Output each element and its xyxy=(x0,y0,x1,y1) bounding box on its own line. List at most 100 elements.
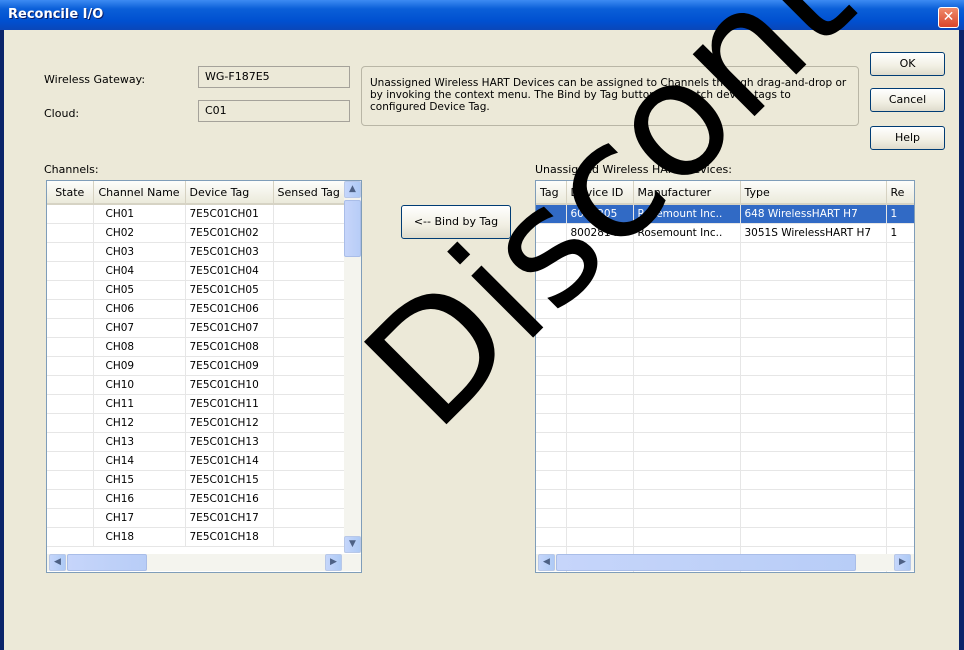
column-header-manufacturer[interactable]: Manufacturer xyxy=(633,181,741,205)
channels-horizontal-scrollbar[interactable]: ◀ ▶ xyxy=(47,554,361,571)
sensed-tag-cell xyxy=(273,318,356,338)
empty-cell xyxy=(566,242,634,262)
column-header-re[interactable]: Re xyxy=(886,181,914,205)
empty-cell xyxy=(633,432,741,452)
scroll-right-icon[interactable]: ▶ xyxy=(894,554,911,571)
channel-state-cell xyxy=(47,204,94,224)
manufacturer-cell: Rosemount Inc.. xyxy=(633,204,741,224)
empty-row xyxy=(536,413,914,433)
empty-cell xyxy=(886,318,914,338)
sensed-tag-cell xyxy=(273,204,356,224)
bind-by-tag-button[interactable]: <-- Bind by Tag xyxy=(401,205,511,239)
sensed-tag-cell xyxy=(273,261,356,281)
empty-cell xyxy=(566,337,634,357)
scroll-thumb[interactable] xyxy=(67,554,147,571)
channel-name-cell: CH18 xyxy=(93,527,186,547)
table-row[interactable]: CH08 7E5C01CH08 xyxy=(47,337,361,357)
empty-cell xyxy=(633,318,741,338)
empty-row xyxy=(536,337,914,357)
empty-cell xyxy=(886,337,914,357)
table-row[interactable]: CH15 7E5C01CH15 xyxy=(47,470,361,490)
table-row[interactable]: CH05 7E5C01CH05 xyxy=(47,280,361,300)
empty-cell xyxy=(566,527,634,547)
column-header-channel-name[interactable]: Channel Name xyxy=(93,181,186,205)
scroll-left-icon[interactable]: ◀ xyxy=(538,554,555,571)
empty-cell xyxy=(633,356,741,376)
column-header-type[interactable]: Type xyxy=(740,181,887,205)
channels-vertical-scrollbar[interactable]: ▲ ▼ xyxy=(344,181,361,553)
device-tag-cell: 7E5C01CH09 xyxy=(185,356,274,376)
title-bar[interactable]: Reconcile I/O ✕ xyxy=(0,0,964,30)
table-row[interactable]: CH12 7E5C01CH12 xyxy=(47,413,361,433)
empty-cell xyxy=(566,432,634,452)
column-header-sensed-tag[interactable]: Sensed Tag xyxy=(273,181,356,205)
table-row[interactable]: CH16 7E5C01CH16 xyxy=(47,489,361,509)
scroll-left-icon[interactable]: ◀ xyxy=(49,554,66,571)
devices-grid[interactable]: Tag Device ID Manufacturer Type Re 60002… xyxy=(535,180,915,573)
column-header-device-id[interactable]: Device ID xyxy=(566,181,634,205)
device-tag-cell: 7E5C01CH07 xyxy=(185,318,274,338)
table-row[interactable]: CH09 7E5C01CH09 xyxy=(47,356,361,376)
channel-state-cell xyxy=(47,280,94,300)
sensed-tag-cell xyxy=(273,299,356,319)
empty-cell xyxy=(536,318,567,338)
devices-horizontal-scrollbar[interactable]: ◀ ▶ xyxy=(536,554,914,571)
close-icon[interactable]: ✕ xyxy=(938,7,959,28)
table-row[interactable]: CH02 7E5C01CH02 xyxy=(47,223,361,243)
table-row[interactable]: CH17 7E5C01CH17 xyxy=(47,508,361,528)
table-row[interactable]: CH13 7E5C01CH13 xyxy=(47,432,361,452)
empty-cell xyxy=(536,527,567,547)
channels-label: Channels: xyxy=(44,163,99,176)
device-tag-cell: 7E5C01CH02 xyxy=(185,223,274,243)
empty-cell xyxy=(566,470,634,490)
table-row[interactable]: CH03 7E5C01CH03 xyxy=(47,242,361,262)
empty-cell xyxy=(740,375,887,395)
channels-grid[interactable]: State Channel Name Device Tag Sensed Tag… xyxy=(46,180,362,573)
empty-cell xyxy=(633,280,741,300)
sensed-tag-cell xyxy=(273,394,356,414)
table-row[interactable]: CH01 7E5C01CH01 xyxy=(47,204,361,224)
empty-cell xyxy=(740,299,887,319)
sensed-tag-cell xyxy=(273,337,356,357)
table-row[interactable]: CH10 7E5C01CH10 xyxy=(47,375,361,395)
device-tag-cell: 7E5C01CH13 xyxy=(185,432,274,452)
empty-cell xyxy=(536,280,567,300)
scroll-down-icon[interactable]: ▼ xyxy=(344,536,361,553)
scroll-thumb[interactable] xyxy=(556,554,856,571)
channel-state-cell xyxy=(47,337,94,357)
empty-cell xyxy=(536,299,567,319)
column-header-state[interactable]: State xyxy=(47,181,94,205)
scroll-thumb[interactable] xyxy=(344,200,361,257)
device-id-cell: 8002814 xyxy=(566,223,634,243)
sensed-tag-cell xyxy=(273,508,356,528)
cloud-field: C01 xyxy=(198,100,350,122)
table-row[interactable]: 6000205 Rosemount Inc.. 648 WirelessHART H… xyxy=(536,204,914,224)
device-tag-cell: 7E5C01CH14 xyxy=(185,451,274,471)
channel-name-cell: CH07 xyxy=(93,318,186,338)
scroll-up-icon[interactable]: ▲ xyxy=(344,181,361,198)
cancel-button[interactable]: Cancel xyxy=(870,88,945,112)
empty-row xyxy=(536,318,914,338)
empty-cell xyxy=(633,242,741,262)
devices-table: Tag Device ID Manufacturer Type Re 60002… xyxy=(536,181,914,572)
empty-cell xyxy=(886,432,914,452)
help-button[interactable]: Help xyxy=(870,126,945,150)
channel-state-cell xyxy=(47,242,94,262)
table-row[interactable]: CH18 7E5C01CH18 xyxy=(47,527,361,547)
empty-cell xyxy=(536,394,567,414)
ok-button[interactable]: OK xyxy=(870,52,945,76)
table-row[interactable]: CH04 7E5C01CH04 xyxy=(47,261,361,281)
column-header-device-tag[interactable]: Device Tag xyxy=(185,181,274,205)
empty-cell xyxy=(633,527,741,547)
table-row[interactable]: CH07 7E5C01CH07 xyxy=(47,318,361,338)
channel-name-cell: CH09 xyxy=(93,356,186,376)
empty-cell xyxy=(740,470,887,490)
table-row[interactable]: CH14 7E5C01CH14 xyxy=(47,451,361,471)
empty-cell xyxy=(740,527,887,547)
table-row[interactable]: CH06 7E5C01CH06 xyxy=(47,299,361,319)
table-row[interactable]: CH11 7E5C01CH11 xyxy=(47,394,361,414)
channel-name-cell: CH16 xyxy=(93,489,186,509)
scroll-right-icon[interactable]: ▶ xyxy=(325,554,342,571)
column-header-tag[interactable]: Tag xyxy=(536,181,567,205)
table-row[interactable]: 8002814 Rosemount Inc.. 3051S WirelessHART… xyxy=(536,223,914,243)
